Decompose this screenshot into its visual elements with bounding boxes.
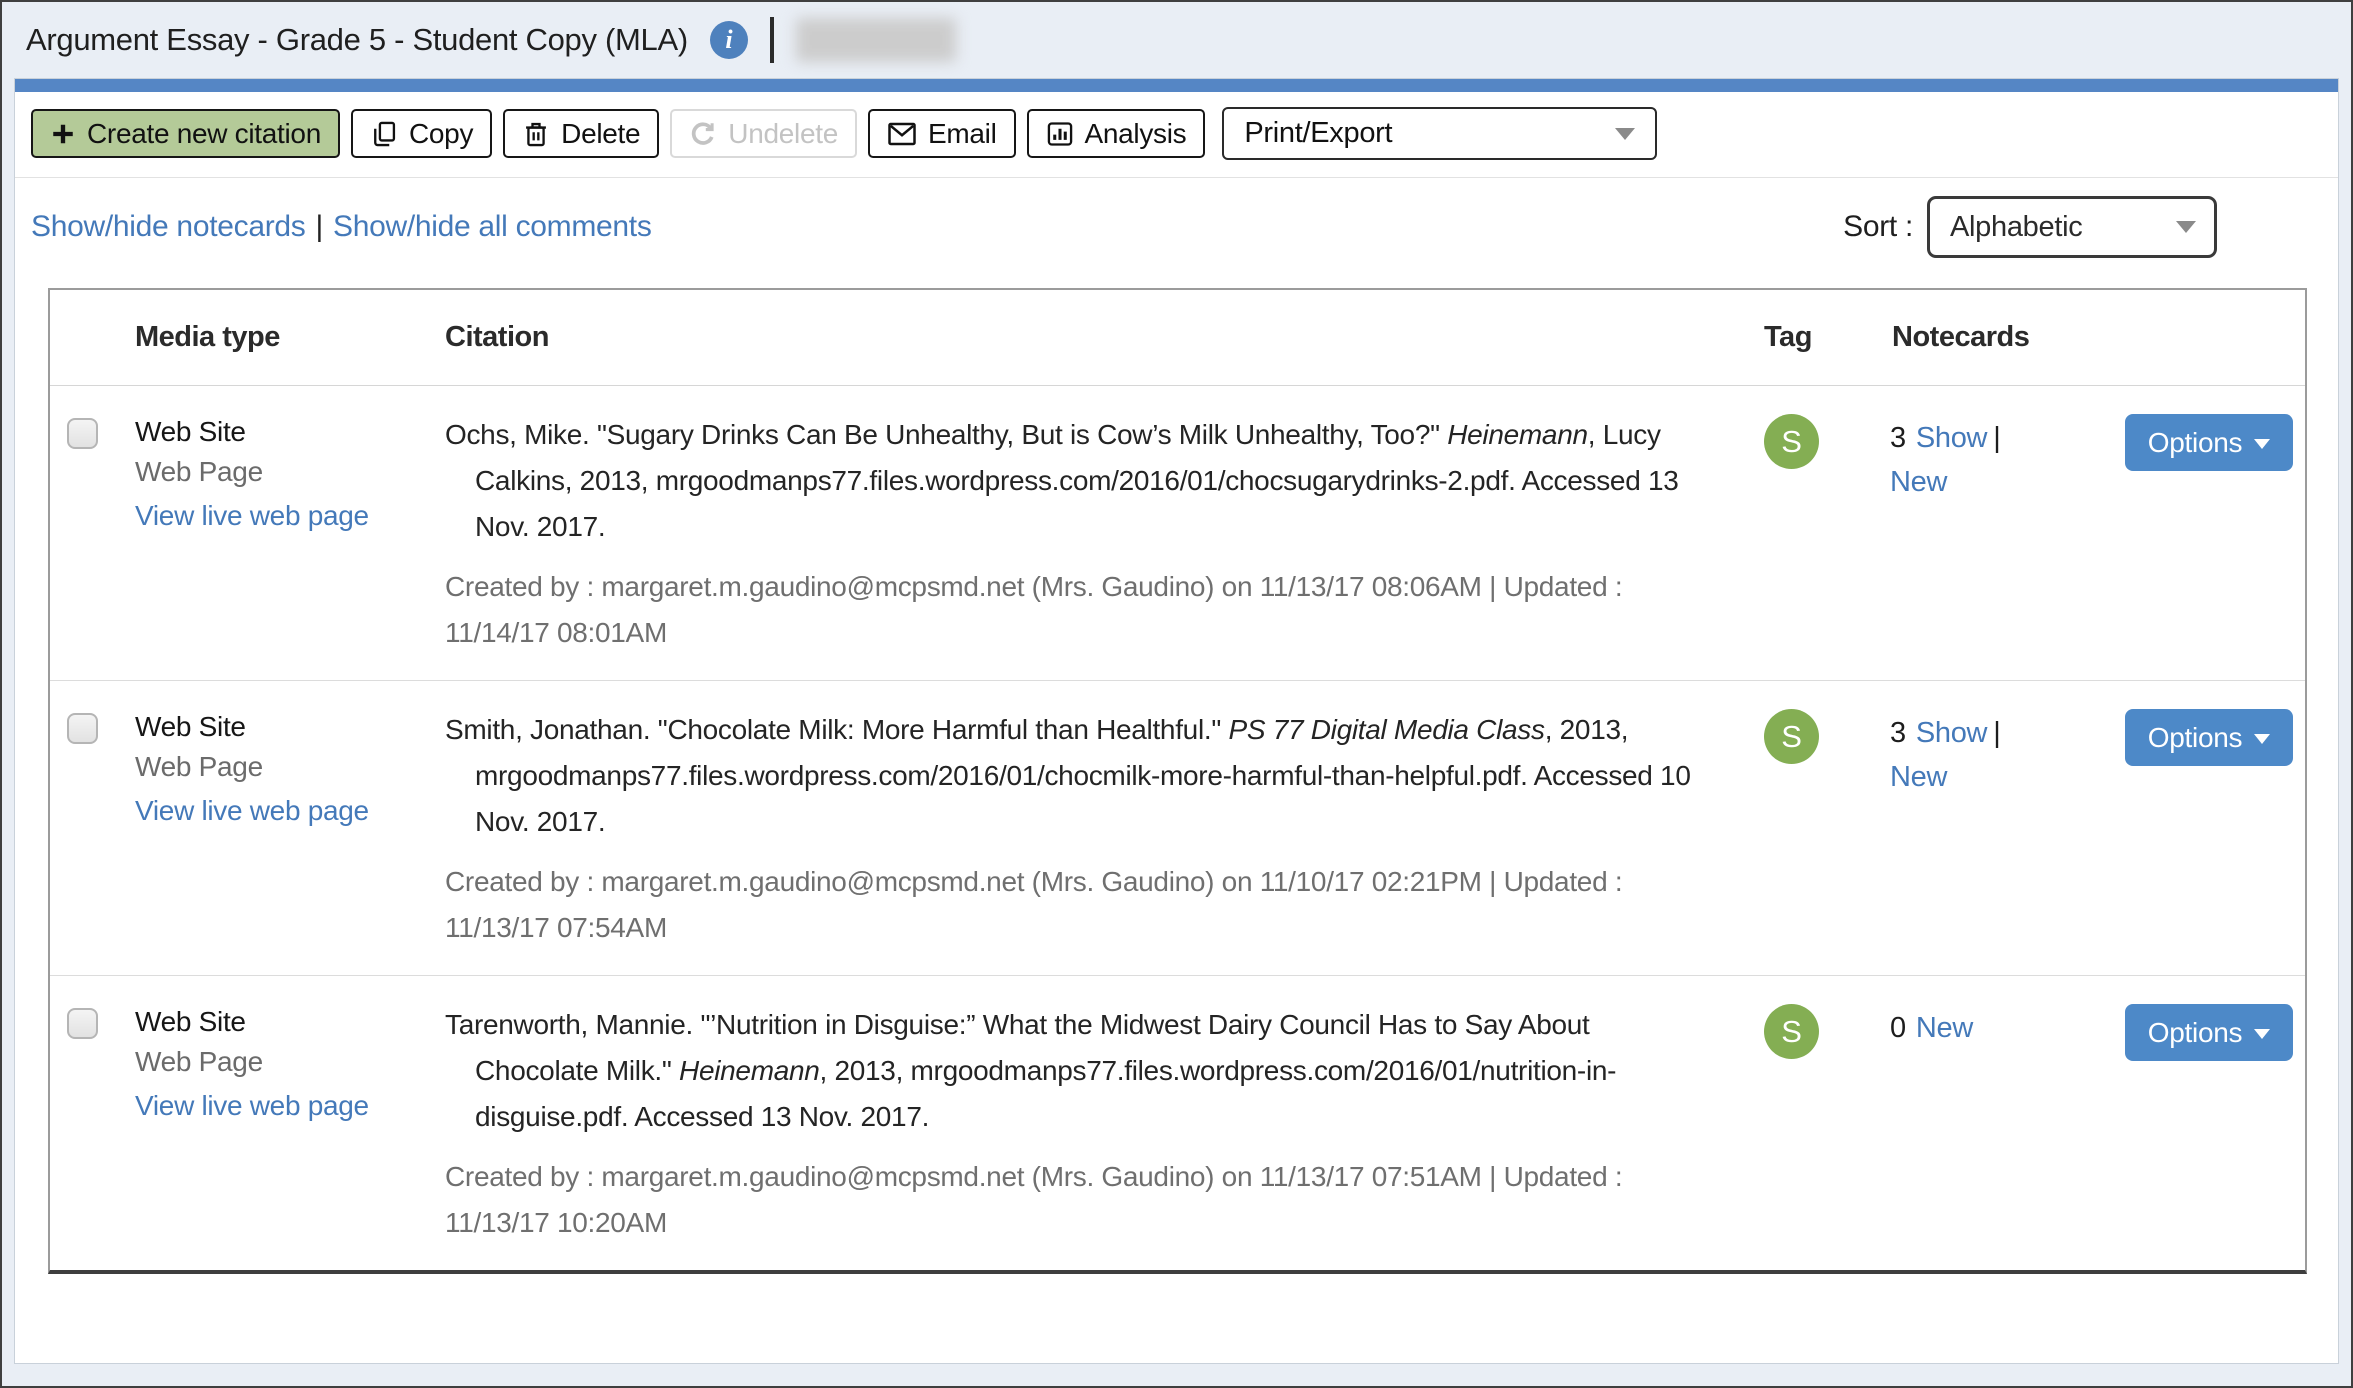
caret-down-icon [2254, 1029, 2271, 1039]
sort-group: Sort : Alphabetic [1843, 196, 2217, 258]
options-button[interactable]: Options [2125, 414, 2293, 471]
table-header: Media type Citation Tag Notecards [50, 290, 2305, 386]
notecards-show-link[interactable]: Show [1916, 422, 1988, 454]
view-live-web-page-link[interactable]: View live web page [135, 791, 369, 831]
chevron-down-icon [1615, 127, 1636, 140]
create-new-citation-button[interactable]: Create new citation [31, 109, 340, 158]
tag-badge[interactable]: S [1764, 709, 1819, 764]
notecards-show-link[interactable]: Show [1916, 717, 1988, 749]
toolbar: Create new citation Copy Delete Undelete… [15, 92, 2338, 178]
chevron-down-icon [2176, 221, 2196, 233]
media-type: Web Site [135, 1006, 246, 1037]
media-subtype: Web Page [135, 456, 263, 487]
notecard-count: 0 [1890, 1012, 1906, 1044]
header-tag: Tag [1764, 321, 1812, 353]
table-row: Web Site Web Page View live web page Smi… [50, 681, 2305, 976]
info-icon[interactable]: i [709, 21, 748, 59]
show-hide-notecards-link[interactable]: Show/hide notecards [31, 210, 306, 243]
sub-toolbar: Show/hide notecards | Show/hide all commen… [15, 178, 2338, 284]
accent-bar [15, 79, 2338, 92]
show-hide-comments-link[interactable]: Show/hide all comments [333, 210, 652, 243]
sort-dropdown[interactable]: Alphabetic [1927, 196, 2217, 258]
notecards-new-link[interactable]: New [1890, 466, 1947, 498]
citation-meta: Created by : margaret.m.gaudino@mcpsmd.n… [445, 866, 1623, 943]
app-window: Argument Essay - Grade 5 - Student Copy … [0, 0, 2353, 1388]
email-button[interactable]: Email [867, 109, 1016, 158]
title-divider [769, 17, 774, 63]
row-checkbox[interactable] [67, 713, 98, 744]
citation-text: Ochs, Mike. "Sugary Drinks Can Be Unheal… [445, 419, 1679, 542]
citations-table: Media type Citation Tag Notecards Web Si… [48, 288, 2307, 1274]
citation-meta: Created by : margaret.m.gaudino@mcpsmd.n… [445, 1161, 1623, 1238]
media-subtype: Web Page [135, 1046, 263, 1077]
undelete-button[interactable]: Undelete [670, 109, 857, 158]
title-bar: Argument Essay - Grade 5 - Student Copy … [2, 2, 2351, 78]
header-media-type: Media type [135, 321, 280, 353]
caret-down-icon [2254, 734, 2271, 744]
table-row: Web Site Web Page View live web page Tar… [50, 976, 2305, 1270]
view-live-web-page-link[interactable]: View live web page [135, 496, 369, 536]
citation-text: Smith, Jonathan. "Chocolate Milk: More H… [445, 714, 1691, 837]
media-type: Web Site [135, 711, 246, 742]
trash-icon [526, 122, 547, 146]
citation-meta: Created by : margaret.m.gaudino@mcpsmd.n… [445, 571, 1623, 648]
plus-icon [53, 124, 73, 143]
citation-text: Tarenworth, Mannie. "’Nutrition in Disgu… [445, 1009, 1617, 1132]
email-icon [888, 122, 916, 145]
notecards-new-link[interactable]: New [1890, 761, 1947, 793]
redacted-username [795, 18, 956, 62]
media-subtype: Web Page [135, 751, 263, 782]
tag-badge[interactable]: S [1764, 414, 1819, 469]
copy-button[interactable]: Copy [350, 109, 493, 158]
notecard-count: 3 [1890, 717, 1906, 749]
page-title: Argument Essay - Grade 5 - Student Copy … [26, 22, 688, 57]
options-button[interactable]: Options [2125, 709, 2293, 766]
main-content: Create new citation Copy Delete Undelete… [14, 78, 2339, 1364]
table-row: Web Site Web Page View live web page Och… [50, 386, 2305, 681]
copy-icon [374, 121, 396, 146]
undo-refresh-icon [692, 121, 714, 145]
notecards-new-link[interactable]: New [1916, 1012, 1973, 1044]
caret-down-icon [2254, 439, 2271, 449]
print-export-dropdown[interactable]: Print/Export [1222, 107, 1658, 160]
delete-button[interactable]: Delete [503, 109, 660, 158]
analysis-button[interactable]: Analysis [1026, 109, 1206, 158]
view-live-web-page-link[interactable]: View live web page [135, 1086, 369, 1126]
bar-chart-icon [1047, 121, 1072, 146]
header-citation: Citation [445, 321, 549, 353]
tag-badge[interactable]: S [1764, 1004, 1819, 1059]
row-checkbox[interactable] [67, 418, 98, 449]
header-notecards: Notecards [1892, 321, 2030, 353]
options-button[interactable]: Options [2125, 1004, 2293, 1061]
media-type: Web Site [135, 416, 246, 447]
row-checkbox[interactable] [67, 1008, 98, 1039]
sort-label: Sort : [1843, 210, 1913, 243]
notecard-count: 3 [1890, 422, 1906, 454]
toggle-links: Show/hide notecards | Show/hide all commen… [31, 210, 652, 243]
